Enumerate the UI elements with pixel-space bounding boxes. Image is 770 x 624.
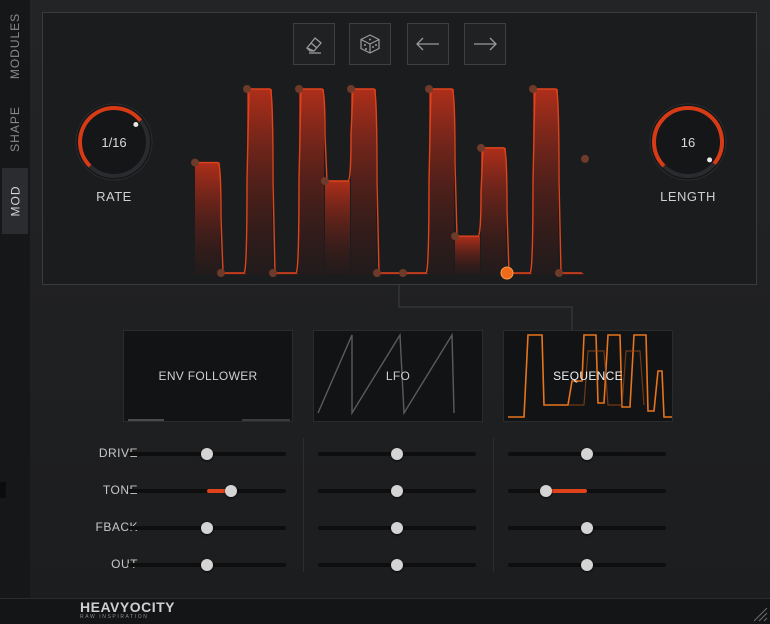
- slider-fill: [545, 489, 587, 493]
- drive-lfo-slider[interactable]: [318, 448, 476, 460]
- sequence-step-handle[interactable]: [347, 85, 355, 93]
- vertical-tab-bar: MODULES SHAPE MOD: [0, 0, 31, 598]
- slider-thumb[interactable]: [391, 485, 403, 497]
- slider-thumb[interactable]: [391, 559, 403, 571]
- sequence-step-handle[interactable]: [243, 85, 251, 93]
- sequence-step-handle[interactable]: [425, 85, 433, 93]
- sequence-step-bar[interactable]: [429, 89, 454, 275]
- sequence-step-handle[interactable]: [529, 85, 537, 93]
- length-label: LENGTH: [660, 189, 716, 204]
- sequence-step-handle[interactable]: [451, 232, 459, 241]
- tab-modules[interactable]: MODULES: [2, 8, 28, 84]
- env-follower-card[interactable]: ENV FOLLOWER: [123, 330, 293, 422]
- arrow-left-icon: [416, 37, 439, 51]
- tab-shape[interactable]: SHAPE: [2, 94, 28, 164]
- sequence-step-handle[interactable]: [477, 143, 485, 152]
- slider-thumb[interactable]: [581, 448, 593, 460]
- sequence-step-bar[interactable]: [455, 236, 480, 275]
- sequence-step-bar[interactable]: [299, 89, 324, 275]
- slider-thumb[interactable]: [539, 485, 552, 497]
- randomize-button[interactable]: [349, 23, 391, 65]
- sequence-step-handle[interactable]: [217, 269, 225, 277]
- length-knob[interactable]: 16: [643, 97, 733, 187]
- shift-left-button[interactable]: [407, 23, 449, 65]
- sequence-step-bar[interactable]: [195, 162, 220, 275]
- drive-sequence-slider[interactable]: [508, 448, 666, 460]
- sequence-step-handle[interactable]: [581, 154, 589, 163]
- sequence-step-handle-active[interactable]: [500, 266, 514, 280]
- slider-thumb[interactable]: [224, 485, 237, 497]
- out-env-follower-slider[interactable]: [128, 559, 286, 571]
- slider-thumb[interactable]: [391, 522, 403, 534]
- sequence-label: SEQUENCE: [553, 369, 623, 383]
- slider-thumb[interactable]: [581, 522, 593, 534]
- rate-label: RATE: [96, 189, 132, 204]
- sequence-step-handle[interactable]: [295, 85, 303, 93]
- length-value: 16: [680, 134, 696, 150]
- param-tone-label: TONE: [102, 483, 138, 497]
- eraser-icon: [305, 37, 322, 54]
- tab-mod[interactable]: MOD: [2, 168, 28, 234]
- main-area: 1/16 RATE 16 LENGTH ENV FOLLOWER LFO SEQ…: [30, 0, 770, 598]
- tone-sequence-slider[interactable]: [508, 485, 666, 497]
- slider-thumb[interactable]: [581, 559, 593, 571]
- column-divider: [493, 438, 494, 572]
- rate-value: 1/16: [101, 134, 127, 150]
- tone-env-follower-slider[interactable]: [128, 485, 286, 497]
- sequence-card[interactable]: SEQUENCE: [503, 330, 673, 422]
- dice-icon: [360, 34, 380, 54]
- brand-name: HEAVYOCITY: [80, 599, 175, 615]
- out-sequence-slider[interactable]: [508, 559, 666, 571]
- brand-tagline: RAW INSPIRATION: [80, 614, 149, 620]
- column-divider: [303, 438, 304, 572]
- lfo-card[interactable]: LFO: [313, 330, 483, 422]
- resize-grip-icon[interactable]: [750, 604, 768, 622]
- sequence-step-bar[interactable]: [533, 89, 558, 275]
- lfo-label: LFO: [385, 369, 411, 383]
- step-sequence-display[interactable]: [191, 77, 611, 280]
- plugin-window: MODULES SHAPE MOD 1/16 RATE 16 LENGTH EN…: [0, 0, 770, 624]
- arrow-right-icon: [474, 37, 497, 51]
- sequence-step-handle[interactable]: [191, 158, 199, 167]
- sequence-step-handle[interactable]: [321, 177, 329, 185]
- slider-thumb[interactable]: [201, 522, 213, 534]
- tab-mod-label: MOD: [8, 185, 22, 217]
- tone-lfo-slider[interactable]: [318, 485, 476, 497]
- slider-thumb[interactable]: [391, 448, 403, 460]
- sequence-step-bar[interactable]: [325, 181, 350, 275]
- slider-thumb[interactable]: [201, 448, 213, 460]
- drive-env-follower-slider[interactable]: [128, 448, 286, 460]
- sequence-step-handle[interactable]: [399, 269, 407, 277]
- param-drive-label: DRIVE: [98, 446, 138, 460]
- sequence-step-handle[interactable]: [373, 269, 381, 277]
- env-follower-label: ENV FOLLOWER: [158, 369, 258, 383]
- brand-logo: HEAVYOCITY RAW INSPIRATION: [80, 599, 175, 622]
- sequence-step-bar[interactable]: [481, 147, 506, 275]
- fback-sequence-slider[interactable]: [508, 522, 666, 534]
- tab-modules-label: MODULES: [8, 12, 22, 80]
- connector-line: [398, 285, 573, 331]
- sequence-step-handle[interactable]: [269, 269, 277, 277]
- rate-knob[interactable]: 1/16: [69, 97, 159, 187]
- clear-button[interactable]: [293, 23, 335, 65]
- fback-env-follower-slider[interactable]: [128, 522, 286, 534]
- shift-right-button[interactable]: [464, 23, 506, 65]
- out-lfo-slider[interactable]: [318, 559, 476, 571]
- side-notch: [0, 482, 6, 498]
- sequencer-panel: 1/16 RATE 16 LENGTH: [42, 12, 757, 285]
- sequence-step-bar[interactable]: [247, 89, 272, 275]
- sequence-step-handle[interactable]: [555, 269, 563, 277]
- fback-lfo-slider[interactable]: [318, 522, 476, 534]
- sequence-step-bar[interactable]: [351, 89, 376, 275]
- slider-thumb[interactable]: [201, 559, 213, 571]
- param-fback-label: FBACK: [95, 520, 138, 534]
- param-out-label: OUT: [111, 557, 138, 571]
- tab-shape-label: SHAPE: [8, 106, 22, 152]
